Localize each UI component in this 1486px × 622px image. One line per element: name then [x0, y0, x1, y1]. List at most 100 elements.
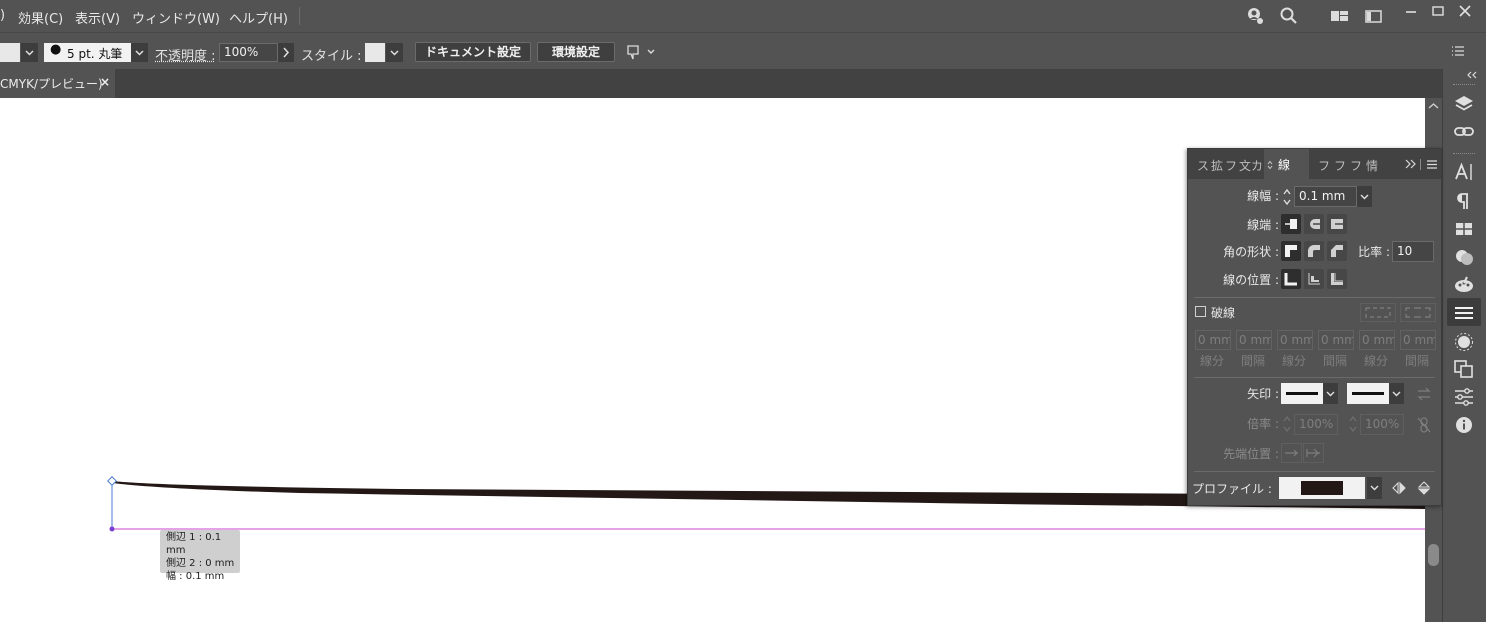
scroll-up-icon[interactable]	[1428, 102, 1439, 110]
arrow-start-dropdown[interactable]	[1323, 383, 1338, 404]
flip-vertical-icon[interactable]	[1417, 480, 1431, 496]
menu-item-effect[interactable]: 効果(C)	[18, 8, 63, 27]
bevel-join-button[interactable]	[1327, 241, 1347, 261]
weight-field[interactable]: 0.1 mm	[1294, 186, 1357, 207]
minimize-icon[interactable]	[1403, 3, 1419, 19]
swap-arrows-icon[interactable]	[1416, 387, 1432, 401]
align-inside-button[interactable]	[1304, 269, 1324, 289]
dash-3-field[interactable]: 0 mm	[1359, 330, 1395, 350]
tab-appearance[interactable]: フ	[1350, 157, 1362, 174]
panel-tab-bar: ス 拡 フ 文 カ 線 フ フ フ 情	[1188, 149, 1441, 179]
tab-gradient[interactable]: フ	[1318, 157, 1330, 174]
opacity-field[interactable]: 100%	[219, 43, 278, 62]
pathfinder-icon[interactable]	[1452, 358, 1476, 380]
properties-icon[interactable]	[1452, 386, 1476, 408]
control-menu-icon[interactable]	[1451, 44, 1465, 58]
chevron-down-icon	[1326, 391, 1335, 397]
dashed-label: 破線	[1211, 306, 1236, 320]
scroll-thumb[interactable]	[1428, 544, 1439, 566]
tab-color[interactable]: カ	[1251, 157, 1263, 174]
workspace-icon[interactable]	[1330, 6, 1350, 26]
gap-1-field[interactable]: 0 mm	[1236, 330, 1272, 350]
stroke-swatch[interactable]	[0, 43, 20, 62]
tab-transparency[interactable]: フ	[1334, 157, 1346, 174]
round-join-button[interactable]	[1304, 241, 1324, 261]
arrow-end-dropdown[interactable]	[1389, 383, 1404, 404]
dash-2-field[interactable]: 0 mm	[1277, 330, 1313, 350]
search-icon[interactable]	[1279, 6, 1299, 26]
tip-place-button[interactable]	[1303, 443, 1324, 463]
round-cap-button[interactable]	[1304, 214, 1324, 234]
flip-horizontal-icon[interactable]	[1391, 481, 1407, 495]
collapse-dock-icon[interactable]	[1465, 71, 1479, 79]
tab-pathfinder[interactable]: フ	[1225, 157, 1237, 174]
limit-field[interactable]: 10	[1392, 241, 1434, 262]
links-icon[interactable]	[1452, 121, 1476, 143]
chevron-down-icon	[390, 50, 399, 56]
panel-expand-icon[interactable]	[1404, 159, 1418, 169]
menu-item-help[interactable]: ヘルプ(H)	[229, 8, 288, 27]
menu-item-partial[interactable]: )	[0, 8, 5, 23]
link-scale-icon[interactable]	[1417, 416, 1431, 434]
arrow-start-select[interactable]	[1281, 383, 1323, 404]
limit-label: 比率 :	[1358, 245, 1390, 259]
dash-align-button[interactable]	[1400, 303, 1436, 322]
character-icon[interactable]	[1452, 161, 1476, 183]
scale-end-stepper-icon[interactable]	[1348, 414, 1358, 434]
weight-stepper-icon[interactable]	[1282, 187, 1292, 207]
menu-item-window[interactable]: ウィンドウ(W)	[132, 8, 220, 27]
color-icon[interactable]	[1452, 246, 1476, 268]
brush-dropdown[interactable]	[131, 43, 148, 62]
round-join-icon	[1308, 245, 1320, 257]
user-icon[interactable]	[1245, 6, 1265, 26]
close-icon[interactable]	[1457, 3, 1473, 19]
tip-extend-button[interactable]	[1281, 443, 1302, 463]
tab-stroke[interactable]: 線	[1264, 149, 1309, 179]
dash-preserve-button[interactable]	[1360, 303, 1396, 322]
appearance-icon[interactable]	[1452, 331, 1476, 353]
round-cap-icon	[1310, 219, 1320, 229]
scale-start-field[interactable]: 100%	[1294, 414, 1338, 435]
info-icon[interactable]	[1452, 414, 1476, 436]
dashed-checkbox[interactable]	[1195, 306, 1206, 317]
tab-brushes[interactable]: 拡	[1211, 157, 1223, 174]
panel-menu-icon[interactable]	[1426, 159, 1438, 170]
pin-icon[interactable]	[625, 42, 657, 62]
stroke-icon[interactable]	[1452, 302, 1476, 324]
opacity-arrow[interactable]	[278, 43, 294, 62]
gap-3-field[interactable]: 0 mm	[1400, 330, 1436, 350]
stroke-dropdown[interactable]	[21, 43, 38, 62]
brush-select[interactable]: ● 5 pt. 丸筆	[44, 42, 131, 62]
miter-join-button[interactable]	[1281, 241, 1301, 261]
arrange-icon[interactable]	[1364, 6, 1384, 26]
profile-dropdown[interactable]	[1367, 477, 1382, 499]
maximize-icon[interactable]	[1430, 3, 1446, 19]
scale-start-stepper-icon[interactable]	[1282, 414, 1292, 434]
gap-2-field[interactable]: 0 mm	[1318, 330, 1354, 350]
scale-end-field[interactable]: 100%	[1360, 414, 1404, 435]
swatches-icon[interactable]	[1452, 218, 1476, 240]
corner-label: 角の形状 :	[1223, 245, 1279, 259]
layers-icon[interactable]	[1452, 93, 1476, 115]
butt-cap-button[interactable]	[1281, 214, 1301, 234]
tab-swatches[interactable]: ス	[1197, 157, 1209, 174]
preferences-button[interactable]: 環境設定	[537, 42, 615, 62]
align-center-button[interactable]	[1281, 269, 1301, 289]
weight-dropdown[interactable]	[1357, 186, 1372, 207]
tab-character[interactable]: 文	[1239, 157, 1251, 174]
style-dropdown[interactable]	[386, 43, 403, 62]
arrow-end-select[interactable]	[1347, 383, 1389, 404]
style-swatch[interactable]	[365, 43, 385, 62]
tab-info[interactable]: 情	[1366, 157, 1378, 174]
menu-item-view[interactable]: 表示(V)	[75, 8, 120, 27]
tab-close-icon[interactable]: ×	[100, 75, 110, 89]
align-outside-button[interactable]	[1327, 269, 1347, 289]
paragraph-icon[interactable]	[1452, 190, 1476, 212]
dash-1-field[interactable]: 0 mm	[1195, 330, 1231, 350]
opacity-label[interactable]: 不透明度 :	[155, 45, 216, 64]
brushes-icon[interactable]	[1452, 274, 1476, 296]
square-cap-button[interactable]	[1327, 214, 1347, 234]
document-tab[interactable]: CMYK/プレビュー) ×	[0, 69, 115, 98]
document-setup-button[interactable]: ドキュメント設定	[415, 42, 531, 62]
profile-select[interactable]	[1279, 477, 1365, 499]
